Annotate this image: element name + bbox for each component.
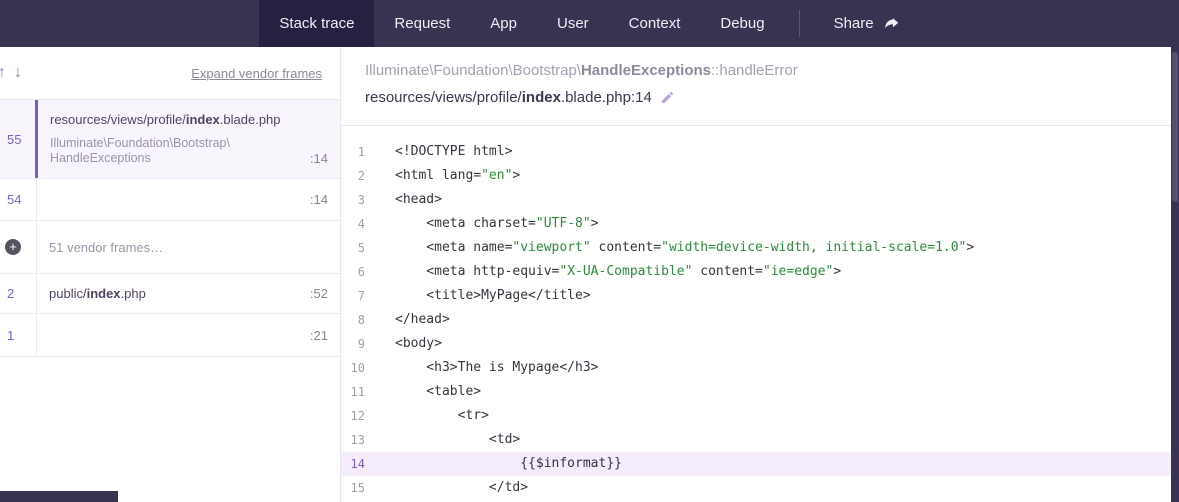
frame-file-path: resources/views/profile/index.blade.php <box>50 112 328 127</box>
sidebar-header: ↑ ↓ Expand vendor frames <box>0 47 340 100</box>
line-number: 15 <box>341 476 365 500</box>
tab-app[interactable]: App <box>470 0 537 47</box>
frame-index: 1 <box>0 314 37 356</box>
frame-class-method: Illuminate\Foundation\Bootstrap\HandleEx… <box>365 62 1155 79</box>
code-line: 11 <table> <box>341 380 1179 404</box>
line-number: 12 <box>341 404 365 428</box>
tab-context[interactable]: Context <box>609 0 701 47</box>
error-page: Stack trace Request App User Context Deb… <box>0 0 1179 502</box>
tab-bar: Stack trace Request App User Context Deb… <box>259 0 919 47</box>
code-line: 6 <meta http-equiv="X-UA-Compatible" con… <box>341 260 1179 284</box>
frame-file-label: resources/views/profile/index.blade.php:… <box>365 89 652 106</box>
stack-frames-sidebar: ↑ ↓ Expand vendor frames 55 resources/vi… <box>0 47 341 502</box>
code-text: <meta http-equiv="X-UA-Compatible" conte… <box>365 260 841 284</box>
line-number: 3 <box>341 188 365 212</box>
sort-up-icon[interactable]: ↑ <box>0 62 9 84</box>
line-number: 2 <box>341 164 365 188</box>
code-lines: 1<!DOCTYPE html>2<html lang="en">3<head>… <box>341 126 1179 500</box>
code-line: 12 <tr> <box>341 404 1179 428</box>
line-number: 11 <box>341 380 365 404</box>
code-text: <h3>The is Mypage</h3> <box>365 356 599 380</box>
expand-vendor-frames-link[interactable]: Expand vendor frames <box>191 66 322 81</box>
frame-index: 2 <box>0 274 37 313</box>
code-line: 7 <title>MyPage</title> <box>341 284 1179 308</box>
tab-stack-trace[interactable]: Stack trace <box>259 0 374 47</box>
code-line: 2<html lang="en"> <box>341 164 1179 188</box>
line-number: 4 <box>341 212 365 236</box>
line-number: 1 <box>341 140 365 164</box>
vertical-scrollbar[interactable] <box>1171 0 1179 502</box>
sidebar-scrollbar-thumb[interactable] <box>0 491 118 502</box>
code-text: <!DOCTYPE html> <box>365 140 512 164</box>
code-line: 3<head> <box>341 188 1179 212</box>
code-text: <meta charset="UTF-8"> <box>365 212 599 236</box>
tab-user[interactable]: User <box>537 0 609 47</box>
line-number: 7 <box>341 284 365 308</box>
frame-file-path: public/index.php <box>49 286 146 301</box>
share-icon <box>883 15 900 32</box>
vendor-frames-row[interactable]: + 51 vendor frames… <box>0 221 340 274</box>
code-text: </head> <box>365 308 450 332</box>
code-text: <html lang="en"> <box>365 164 520 188</box>
stack-frame-2[interactable]: 2 public/index.php :52 <box>0 274 340 314</box>
tab-debug[interactable]: Debug <box>700 0 784 47</box>
code-line: 13 <td> <box>341 428 1179 452</box>
topbar-divider <box>799 10 800 37</box>
tab-request[interactable]: Request <box>374 0 470 47</box>
code-line: 10 <h3>The is Mypage</h3> <box>341 356 1179 380</box>
code-line: 9<body> <box>341 332 1179 356</box>
vendor-frames-label: 51 vendor frames… <box>37 221 340 273</box>
code-line: 14 {{$informat}} <box>341 452 1179 476</box>
code-line: 5 <meta name="viewport" content="width=d… <box>341 236 1179 260</box>
code-text: {{$informat}} <box>365 452 622 476</box>
vertical-scrollbar-thumb[interactable] <box>1172 52 1178 202</box>
frame-index: 54 <box>0 179 37 220</box>
frame-line-number: :14 <box>310 192 328 207</box>
edit-file-icon[interactable] <box>660 90 675 105</box>
line-number: 9 <box>341 332 365 356</box>
code-line: 4 <meta charset="UTF-8"> <box>341 212 1179 236</box>
line-number: 8 <box>341 308 365 332</box>
frame-line-number: :21 <box>310 328 328 343</box>
code-line: 15 </td> <box>341 476 1179 500</box>
sort-arrows: ↑ ↓ <box>0 62 25 84</box>
line-number: 5 <box>341 236 365 260</box>
frame-line-number: :14 <box>310 151 328 166</box>
line-number: 10 <box>341 356 365 380</box>
line-number: 14 <box>341 452 365 476</box>
code-line: 1<!DOCTYPE html> <box>341 140 1179 164</box>
frame-class: Illuminate\Foundation\Bootstrap\HandleEx… <box>50 136 230 166</box>
line-number: 6 <box>341 260 365 284</box>
expand-plus-icon[interactable]: + <box>5 239 21 255</box>
frame-index: 55 <box>0 100 38 178</box>
content-area: ↑ ↓ Expand vendor frames 55 resources/vi… <box>0 47 1179 502</box>
code-text: <head> <box>365 188 442 212</box>
stack-frame-1[interactable]: 1 :21 <box>0 314 340 357</box>
code-text: </td> <box>365 476 528 500</box>
share-button[interactable]: Share <box>814 0 920 47</box>
share-label: Share <box>834 0 874 47</box>
frame-header: Illuminate\Foundation\Bootstrap\HandleEx… <box>341 47 1179 126</box>
code-text: <meta name="viewport" content="width=dev… <box>365 236 974 260</box>
code-text: <tr> <box>365 404 489 428</box>
code-text: <title>MyPage</title> <box>365 284 591 308</box>
stack-frame-54[interactable]: 54 :14 <box>0 179 340 221</box>
topbar: Stack trace Request App User Context Deb… <box>0 0 1179 47</box>
code-line: 8</head> <box>341 308 1179 332</box>
code-pane: Illuminate\Foundation\Bootstrap\HandleEx… <box>341 47 1179 502</box>
sort-down-icon[interactable]: ↓ <box>11 62 25 84</box>
line-number: 13 <box>341 428 365 452</box>
stack-frame-55[interactable]: 55 resources/views/profile/index.blade.p… <box>0 100 340 179</box>
code-text: <table> <box>365 380 481 404</box>
code-text: <body> <box>365 332 442 356</box>
code-text: <td> <box>365 428 520 452</box>
frame-line-number: :52 <box>310 286 328 301</box>
